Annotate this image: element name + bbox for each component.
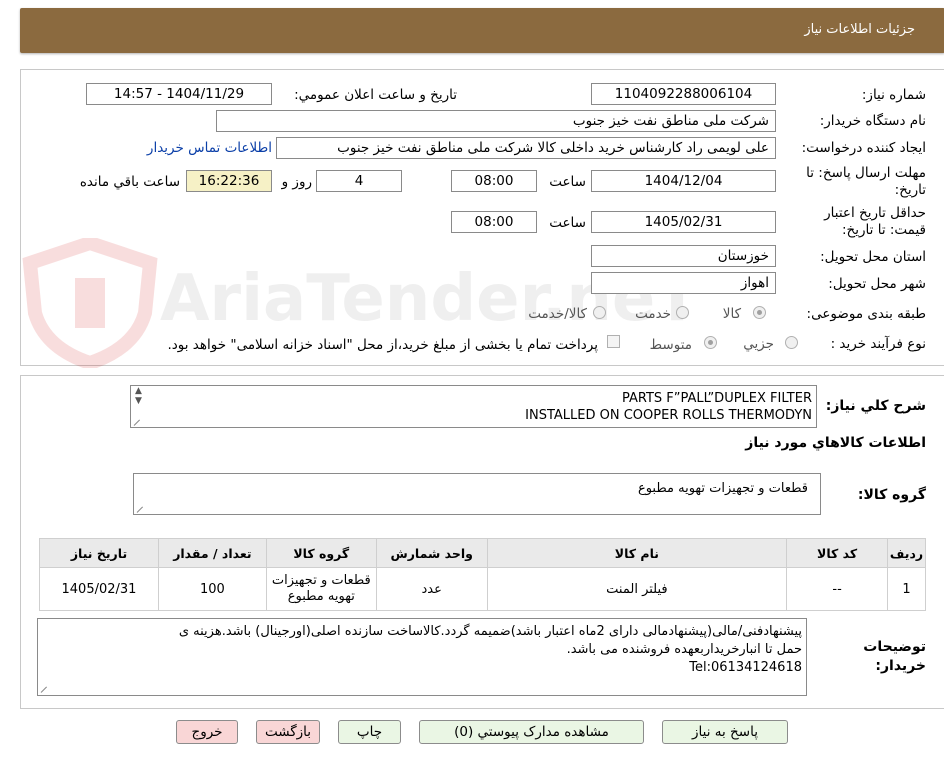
province-label: استان محل تحويل: bbox=[820, 249, 926, 265]
back-button[interactable]: بازگشت bbox=[256, 720, 320, 744]
resize-handle-icon[interactable] bbox=[40, 686, 48, 694]
validity-date-field: 1405/02/31 bbox=[591, 211, 776, 233]
deadline-label: مهلت ارسال پاسخ: تا تاريخ: bbox=[806, 165, 926, 198]
view-attachments-button[interactable]: مشاهده مدارک پيوستي (0) bbox=[419, 720, 644, 744]
cell-unit: عدد bbox=[375, 567, 488, 611]
col-date: تاريخ نياز bbox=[39, 538, 159, 568]
watermark-logo bbox=[20, 235, 160, 371]
category-service-radio[interactable] bbox=[676, 306, 689, 319]
cell-name: فیلتر المنت bbox=[486, 567, 788, 611]
process-label: نوع فرآيند خريد : bbox=[830, 336, 926, 352]
goods-section-title: اطلاعات کالاهاي مورد نياز bbox=[745, 435, 926, 451]
category-goods-radio[interactable] bbox=[753, 306, 766, 319]
col-name: نام کالا bbox=[486, 538, 788, 568]
time-remaining-label: ساعت باقي مانده bbox=[79, 174, 180, 190]
table-row: 1 -- فیلتر المنت عدد قطعات و تجهیزات تهو… bbox=[39, 567, 926, 611]
notes-label: توضيحات خريدار: bbox=[863, 639, 926, 674]
notes-textarea[interactable]: پیشنهادفنی/مالی(پیشنهادمالی دارای 2ماه ا… bbox=[37, 618, 807, 696]
province-field: خوزستان bbox=[591, 245, 776, 267]
validity-time-field: 08:00 bbox=[451, 211, 537, 233]
validity-label: حداقل تاريخ اعتبار قيمت: تا تاريخ: bbox=[824, 205, 926, 238]
treasury-note: پرداخت تمام يا بخشی از مبلغ خريد،از محل … bbox=[167, 337, 598, 353]
summary-line-2: INSTALLED ON COOPER ROLLS THERMODYN bbox=[525, 408, 812, 423]
cell-date: 1405/02/31 bbox=[39, 567, 159, 611]
deadline-time-field: 08:00 bbox=[451, 170, 537, 192]
notes-line-2: حمل تا انبارخریداربعهده فروشنده می باشد. bbox=[566, 642, 802, 657]
process-minor-radio[interactable] bbox=[785, 336, 798, 349]
page-title: جزئيات اطلاعات نياز bbox=[804, 22, 915, 37]
need-number-field: 1104092288006104 bbox=[591, 83, 776, 105]
col-row: رديف bbox=[887, 538, 926, 568]
exit-button[interactable]: خروج bbox=[176, 720, 238, 744]
need-number-label: شماره نياز: bbox=[861, 87, 926, 103]
cell-row: 1 bbox=[887, 567, 926, 611]
notes-line-1: پیشنهادفنی/مالی(پیشنهادمالی دارای 2ماه ا… bbox=[178, 624, 802, 639]
col-code: کد کالا bbox=[786, 538, 889, 568]
announce-field: 1404/11/29 - 14:57 bbox=[86, 83, 272, 105]
resize-handle-icon[interactable] bbox=[136, 506, 144, 514]
category-both-radio[interactable] bbox=[593, 306, 606, 319]
summary-label: شرح کلي نياز: bbox=[825, 398, 926, 414]
validity-time-label: ساعت bbox=[549, 215, 586, 231]
cell-code: -- bbox=[786, 567, 889, 611]
goods-group-value: قطعات و تجهیزات تهویه مطبوع bbox=[637, 481, 808, 496]
category-label: طبقه بندی موضوعی: bbox=[806, 306, 926, 322]
buyer-org-label: نام دستگاه خريدار: bbox=[819, 113, 926, 129]
category-goods-label: کالا bbox=[722, 306, 741, 322]
category-service-label: خدمت bbox=[635, 306, 671, 322]
days-label: روز و bbox=[281, 174, 312, 190]
goods-table: رديف کد کالا نام کالا واحد شمارش گروه کا… bbox=[39, 538, 926, 611]
treasury-checkbox[interactable] bbox=[607, 335, 620, 348]
goods-group-textarea[interactable]: قطعات و تجهیزات تهویه مطبوع bbox=[133, 473, 821, 515]
reply-button[interactable]: پاسخ به نياز bbox=[662, 720, 788, 744]
resize-handle-icon[interactable] bbox=[133, 419, 141, 427]
process-medium-label: متوسط bbox=[649, 337, 692, 353]
buyer-org-field: شرکت ملی مناطق نفت خیز جنوب bbox=[216, 110, 776, 132]
city-field: اهواز bbox=[591, 272, 776, 294]
requester-label: ايجاد کننده درخواست: bbox=[801, 140, 926, 156]
page-header: جزئيات اطلاعات نياز bbox=[20, 8, 944, 53]
process-minor-label: جزيي bbox=[743, 336, 774, 352]
col-unit: واحد شمارش bbox=[375, 538, 488, 568]
cell-group: قطعات و تجهیزات تهویه مطبوع bbox=[265, 567, 377, 611]
deadline-date-field: 1404/12/04 bbox=[591, 170, 776, 192]
days-remaining-field: 4 bbox=[316, 170, 402, 192]
announce-label: تاريخ و ساعت اعلان عمومي: bbox=[294, 87, 457, 103]
goods-group-label: گروه کالا: bbox=[857, 487, 926, 503]
category-both-label: کالا/خدمت bbox=[528, 306, 587, 322]
requester-field: علی لویمی راد کارشناس خرید داخلی کالا شر… bbox=[276, 137, 776, 159]
process-medium-radio[interactable] bbox=[704, 336, 717, 349]
buyer-contact-link[interactable]: اطلاعات تماس خريدار bbox=[147, 140, 272, 156]
city-label: شهر محل تحويل: bbox=[828, 276, 926, 292]
time-remaining-field: 16:22:36 bbox=[186, 170, 272, 192]
col-qty: تعداد / مقدار bbox=[157, 538, 267, 568]
table-header-row: رديف کد کالا نام کالا واحد شمارش گروه کا… bbox=[39, 538, 926, 568]
print-button[interactable]: چاپ bbox=[338, 720, 401, 744]
deadline-time-label: ساعت bbox=[549, 174, 586, 190]
cell-qty: 100 bbox=[157, 567, 267, 611]
notes-line-3: Tel:06134124618 bbox=[689, 660, 802, 675]
scroll-arrows-icon[interactable]: ▲ ▼ bbox=[135, 386, 142, 406]
summary-textarea[interactable]: PARTS F”PALL”DUPLEX FILTER INSTALLED ON … bbox=[130, 385, 817, 428]
col-group: گروه کالا bbox=[265, 538, 377, 568]
summary-line-1: PARTS F”PALL”DUPLEX FILTER bbox=[621, 391, 812, 406]
